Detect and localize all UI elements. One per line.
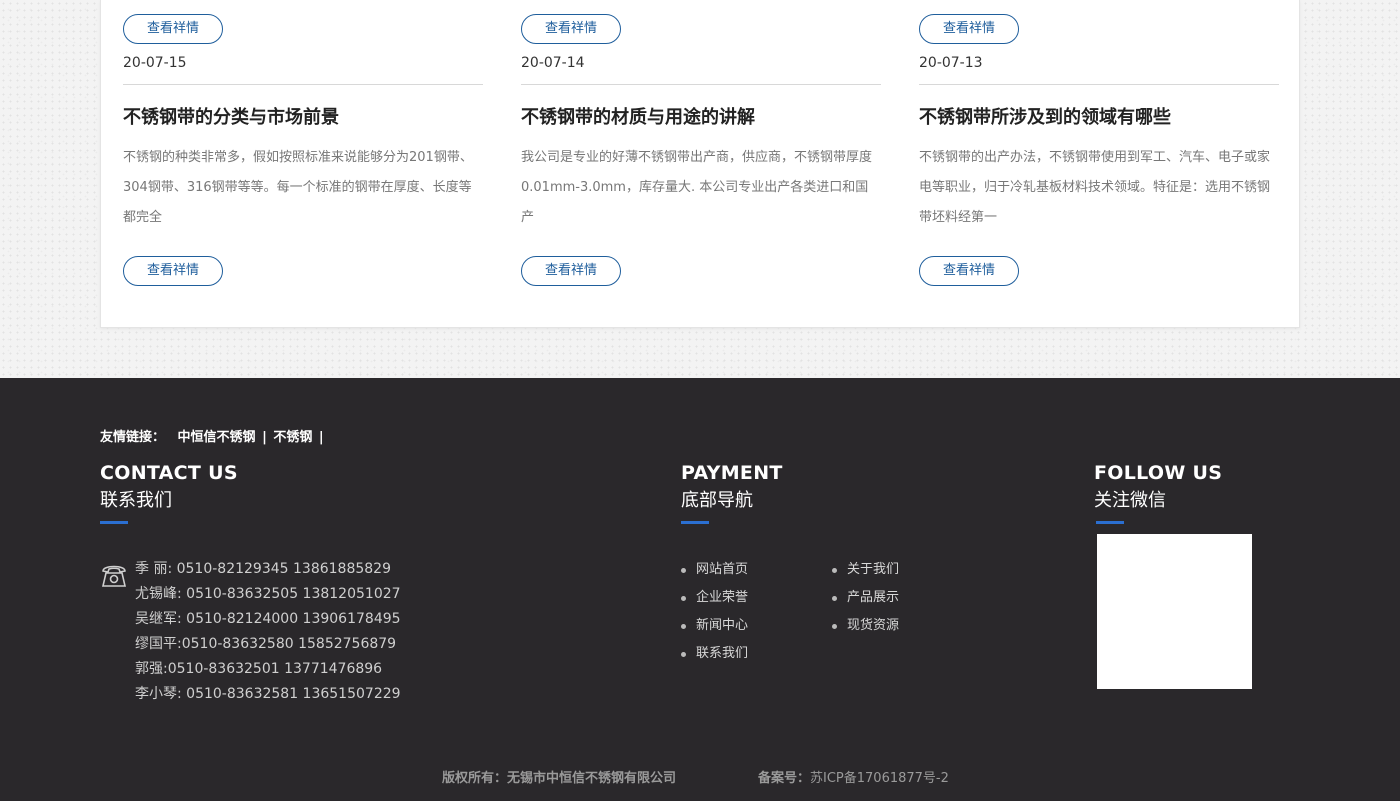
footer-nav-about[interactable]: 关于我们 bbox=[832, 556, 899, 584]
link-separator: | bbox=[318, 430, 324, 445]
contact-line: 缪国平:0510-83632580 15852756879 bbox=[135, 636, 397, 652]
divider bbox=[919, 84, 1279, 85]
news-description: 不锈钢带的出产办法，不锈钢带使用到军工、汽车、电子或家电等职业，归于冷轧基板材料… bbox=[919, 150, 1271, 225]
friend-links-label: 友情链接： bbox=[100, 430, 166, 445]
contact-line: 吴继军: 0510-82124000 13906178495 bbox=[135, 611, 401, 627]
footer-nav-col-2: 关于我们 产品展示 现货资源 bbox=[832, 556, 899, 640]
contact-title-en: CONTACT US bbox=[100, 462, 238, 484]
friend-links: 友情链接： 中恒信不锈钢 | 不锈钢 | bbox=[100, 426, 326, 445]
section-underline bbox=[1096, 521, 1124, 524]
payment-title-cn: 底部导航 bbox=[681, 490, 753, 511]
view-details-button[interactable]: 查看祥情 bbox=[123, 256, 223, 286]
textured-background: 查看祥情 20-07-15 不锈钢带的分类与市场前景 不锈钢的种类非常多，假如按… bbox=[0, 0, 1400, 378]
view-details-button[interactable]: 查看祥情 bbox=[521, 256, 621, 286]
view-details-button[interactable]: 查看祥情 bbox=[123, 14, 223, 44]
news-date: 20-07-14 bbox=[521, 55, 585, 71]
news-description: 不锈钢的种类非常多，假如按照标准来说能够分为201钢带、304钢带、316钢带等… bbox=[123, 150, 473, 225]
icp-record: 备案号：苏ICP备17061877号-2 bbox=[758, 767, 949, 786]
footer-nav-news[interactable]: 新闻中心 bbox=[681, 612, 748, 640]
contact-line: 郭强:0510-83632501 13771476896 bbox=[135, 661, 383, 677]
news-title[interactable]: 不锈钢带的材质与用途的讲解 bbox=[521, 103, 755, 129]
contact-title-cn: 联系我们 bbox=[100, 490, 172, 511]
payment-title-en: PAYMENT bbox=[681, 462, 783, 484]
news-card: 查看祥情 20-07-15 不锈钢带的分类与市场前景 不锈钢的种类非常多，假如按… bbox=[100, 0, 1300, 328]
divider bbox=[123, 84, 483, 85]
footer-nav-home[interactable]: 网站首页 bbox=[681, 556, 748, 584]
section-underline bbox=[100, 521, 128, 524]
view-details-button[interactable]: 查看祥情 bbox=[919, 256, 1019, 286]
link-separator: | bbox=[262, 430, 267, 445]
contact-list: 季 丽: 0510-82129345 13861885829 尤锡峰: 0510… bbox=[135, 557, 401, 707]
footer-nav-contact[interactable]: 联系我们 bbox=[681, 640, 748, 668]
wechat-qr-code bbox=[1097, 534, 1252, 689]
contact-line: 尤锡峰: 0510-83632505 13812051027 bbox=[135, 586, 401, 602]
follow-title-en: FOLLOW US bbox=[1094, 462, 1223, 484]
telephone-icon bbox=[101, 565, 127, 587]
footer-nav-honors[interactable]: 企业荣誉 bbox=[681, 584, 748, 612]
footer-nav-products[interactable]: 产品展示 bbox=[832, 584, 899, 612]
news-date: 20-07-15 bbox=[123, 55, 187, 71]
icp-label: 备案号： bbox=[758, 771, 811, 786]
follow-title-cn: 关注微信 bbox=[1094, 490, 1166, 511]
friend-link[interactable]: 中恒信不锈钢 bbox=[178, 430, 256, 445]
footer-nav-stock[interactable]: 现货资源 bbox=[832, 612, 899, 640]
icp-value[interactable]: 苏ICP备17061877号-2 bbox=[810, 771, 949, 786]
news-description: 我公司是专业的好薄不锈钢带出产商，供应商，不锈钢带厚度0.01mm-3.0mm，… bbox=[521, 150, 873, 225]
friend-link[interactable]: 不锈钢 bbox=[273, 430, 312, 445]
view-details-button[interactable]: 查看祥情 bbox=[919, 14, 1019, 44]
contact-line: 李小琴: 0510-83632581 13651507229 bbox=[135, 686, 401, 702]
news-date: 20-07-13 bbox=[919, 55, 983, 71]
news-title[interactable]: 不锈钢带的分类与市场前景 bbox=[123, 103, 339, 129]
section-underline bbox=[681, 521, 709, 524]
view-details-button[interactable]: 查看祥情 bbox=[521, 14, 621, 44]
news-title[interactable]: 不锈钢带所涉及到的领域有哪些 bbox=[919, 103, 1171, 129]
divider bbox=[521, 84, 881, 85]
copyright-text: 版权所有：无锡市中恒信不锈钢有限公司 bbox=[442, 771, 677, 786]
footer: 友情链接： 中恒信不锈钢 | 不锈钢 | CONTACT US 联系我们 季 丽… bbox=[0, 378, 1400, 801]
contact-line: 季 丽: 0510-82129345 13861885829 bbox=[135, 561, 391, 577]
footer-nav-col-1: 网站首页 企业荣誉 新闻中心 联系我们 bbox=[681, 556, 748, 668]
